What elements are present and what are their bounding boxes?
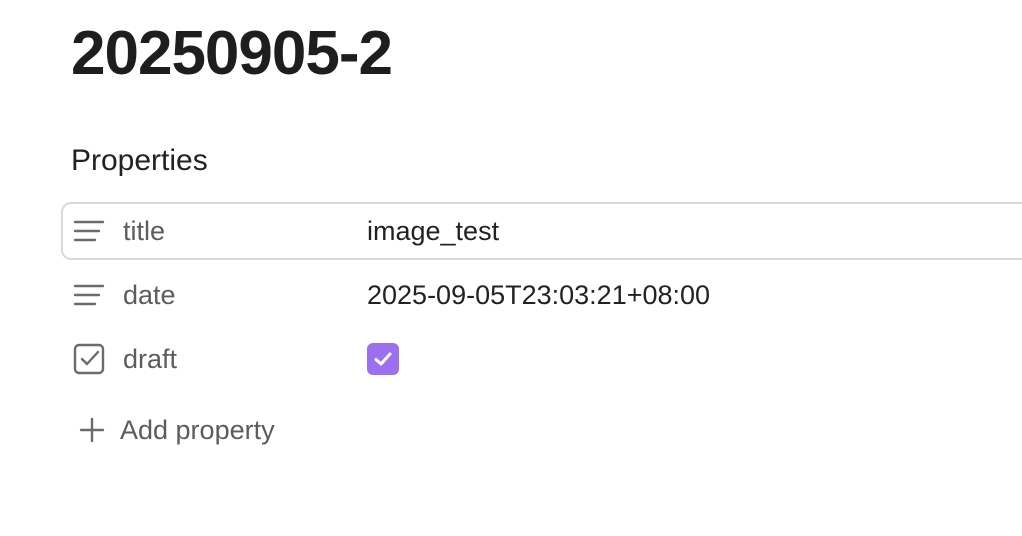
draft-checkbox[interactable] bbox=[367, 343, 399, 375]
property-value-date[interactable]: 2025-09-05T23:03:21+08:00 bbox=[367, 279, 710, 311]
note-view: 20250905-2 Properties title image_test d… bbox=[0, 0, 1022, 536]
plus-icon bbox=[78, 416, 106, 444]
property-key-title[interactable]: title bbox=[123, 215, 165, 247]
add-property-button[interactable]: Add property bbox=[78, 410, 275, 450]
text-lines-icon[interactable] bbox=[72, 278, 106, 312]
text-lines-icon[interactable] bbox=[72, 214, 106, 248]
property-key-date[interactable]: date bbox=[123, 279, 176, 311]
property-row-date[interactable]: date 2025-09-05T23:03:21+08:00 bbox=[61, 266, 1022, 324]
properties-heading[interactable]: Properties bbox=[71, 143, 208, 179]
checkbox-square-icon[interactable] bbox=[72, 342, 106, 376]
property-key-draft[interactable]: draft bbox=[123, 343, 177, 375]
property-row-title[interactable]: title image_test bbox=[61, 202, 1022, 260]
property-value-title[interactable]: image_test bbox=[367, 215, 499, 247]
property-row-draft[interactable]: draft bbox=[61, 330, 1022, 388]
note-title[interactable]: 20250905-2 bbox=[71, 16, 393, 92]
checkmark-icon bbox=[374, 352, 392, 366]
add-property-label: Add property bbox=[120, 415, 275, 445]
